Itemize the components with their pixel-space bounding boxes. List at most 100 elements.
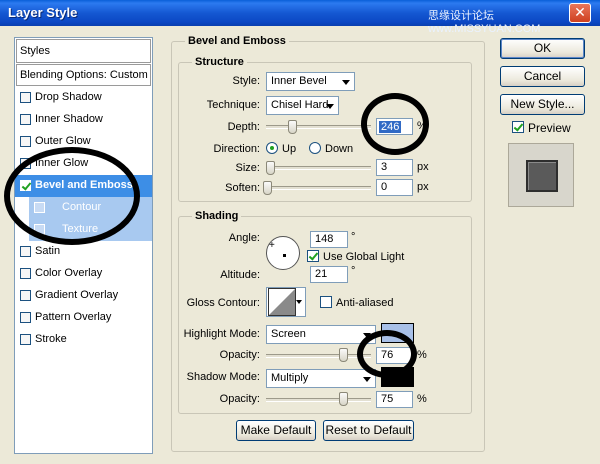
altitude-degree: ° <box>351 265 356 277</box>
style-checkbox[interactable] <box>20 92 31 103</box>
highlight-mode-label: Highlight Mode: <box>183 328 260 340</box>
angle-degree: ° <box>351 231 356 243</box>
preview-thumbnail <box>508 143 574 207</box>
style-checkbox[interactable] <box>20 334 31 345</box>
crosshair-icon: + <box>269 240 275 251</box>
styles-header[interactable]: Styles <box>16 39 151 63</box>
direction-down-label[interactable]: Down <box>325 143 353 155</box>
highlight-opacity-thumb[interactable] <box>339 348 348 362</box>
global-light-checkbox[interactable] <box>307 250 319 262</box>
anti-aliased-checkbox[interactable] <box>320 296 332 308</box>
shadow-mode-label: Shadow Mode: <box>186 371 260 383</box>
size-value: 3 <box>381 161 388 173</box>
style-item-inner-shadow[interactable]: Inner Shadow <box>15 109 152 131</box>
style-value: Inner Bevel <box>271 75 327 87</box>
reset-to-default-button[interactable]: Reset to Default <box>323 420 414 441</box>
style-item-color-overlay[interactable]: Color Overlay <box>15 263 152 285</box>
chevron-down-icon <box>363 377 371 382</box>
title-bar: Layer Style 思缘设计论坛 www.MISSYUAN.COM ✕ <box>0 0 600 35</box>
anti-aliased-label[interactable]: Anti-aliased <box>336 297 393 309</box>
technique-label: Technique: <box>206 99 260 111</box>
close-icon: ✕ <box>574 4 586 20</box>
style-item-label: Satin <box>35 245 61 257</box>
angle-dot <box>283 254 286 257</box>
ok-button[interactable]: OK <box>500 38 585 59</box>
soften-label: Soften: <box>225 182 260 194</box>
style-item-gradient-overlay[interactable]: Gradient Overlay <box>15 285 152 307</box>
size-slider-thumb[interactable] <box>266 161 275 175</box>
highlight-opacity-label: Opacity: <box>219 349 260 361</box>
size-slider-track[interactable] <box>266 166 371 170</box>
style-label: Style: <box>232 75 260 87</box>
preview-label[interactable]: Preview <box>528 121 571 135</box>
altitude-label: Altitude: <box>220 269 260 281</box>
angle-dial[interactable]: + <box>266 236 300 270</box>
technique-select[interactable]: Chisel Hard <box>266 96 339 115</box>
shadow-mode-value: Multiply <box>271 372 309 384</box>
style-item-pattern-overlay[interactable]: Pattern Overlay <box>15 307 152 329</box>
style-item-label: Color Overlay <box>35 267 103 279</box>
style-item-label: Pattern Overlay <box>35 311 112 323</box>
gloss-contour-picker[interactable] <box>266 287 306 317</box>
gloss-contour-label: Gloss Contour: <box>186 297 260 309</box>
soften-input[interactable]: 0 <box>376 179 413 196</box>
style-checkbox[interactable] <box>20 136 31 147</box>
annotation-circle-opacity <box>357 330 417 378</box>
chevron-down-icon <box>296 300 302 304</box>
style-item-drop-shadow[interactable]: Drop Shadow <box>15 87 152 109</box>
shadow-opacity-input[interactable]: 75 <box>376 391 413 408</box>
soften-slider-thumb[interactable] <box>263 181 272 195</box>
highlight-mode-value: Screen <box>271 328 306 340</box>
shadow-opacity-thumb[interactable] <box>339 392 348 406</box>
depth-slider-thumb[interactable] <box>288 120 297 134</box>
structure-title: Structure <box>192 56 247 68</box>
depth-slider-track[interactable] <box>266 125 371 129</box>
highlight-mode-select[interactable]: Screen <box>266 325 376 344</box>
depth-label: Depth: <box>227 121 260 133</box>
style-checkbox[interactable] <box>20 268 31 279</box>
bevel-emboss-title: Bevel and Emboss <box>185 35 289 47</box>
altitude-input[interactable]: 21 <box>310 266 348 283</box>
style-checkbox[interactable] <box>20 312 31 323</box>
new-style-button[interactable]: New Style... <box>500 94 585 115</box>
window-title: Layer Style <box>8 5 78 20</box>
cancel-button[interactable]: Cancel <box>500 66 585 87</box>
direction-up-radio[interactable] <box>266 142 278 154</box>
highlight-opacity-track[interactable] <box>266 354 371 358</box>
size-unit: px <box>417 161 429 173</box>
blending-options[interactable]: Blending Options: Custom <box>16 64 151 86</box>
angle-input[interactable]: 148 <box>310 231 348 248</box>
direction-up-label[interactable]: Up <box>282 143 296 155</box>
style-item-label: Drop Shadow <box>35 91 102 103</box>
direction-down-radio[interactable] <box>309 142 321 154</box>
soften-unit: px <box>417 181 429 193</box>
style-item-stroke[interactable]: Stroke <box>15 329 152 351</box>
styles-list: Styles Blending Options: Custom Drop Sha… <box>14 37 153 454</box>
style-item-satin[interactable]: Satin <box>15 241 152 263</box>
style-checkbox[interactable] <box>20 290 31 301</box>
style-checkbox[interactable] <box>20 246 31 257</box>
size-label: Size: <box>235 162 260 174</box>
global-light-label[interactable]: Use Global Light <box>323 251 404 263</box>
highlight-opacity-unit: % <box>417 349 427 361</box>
shadow-mode-select[interactable]: Multiply <box>266 369 376 388</box>
altitude-value: 21 <box>315 268 328 280</box>
make-default-button[interactable]: Make Default <box>236 420 316 441</box>
close-button[interactable]: ✕ <box>569 3 591 23</box>
style-item-label: Outer Glow <box>35 135 91 147</box>
annotation-circle-styles <box>4 147 140 245</box>
angle-label: Angle: <box>228 232 260 244</box>
preview-checkbox[interactable] <box>512 121 524 133</box>
shadow-opacity-track[interactable] <box>266 398 371 402</box>
angle-value: 148 <box>315 233 334 245</box>
chevron-down-icon <box>342 80 350 85</box>
style-item-label: Inner Shadow <box>35 113 103 125</box>
style-select[interactable]: Inner Bevel <box>266 72 355 91</box>
style-checkbox[interactable] <box>20 114 31 125</box>
style-item-label: Stroke <box>35 333 67 345</box>
size-input[interactable]: 3 <box>376 159 413 176</box>
shadow-opacity-unit: % <box>417 393 427 405</box>
soften-slider-track[interactable] <box>266 186 371 190</box>
annotation-circle-depth <box>361 93 429 155</box>
preview-square <box>526 160 558 192</box>
